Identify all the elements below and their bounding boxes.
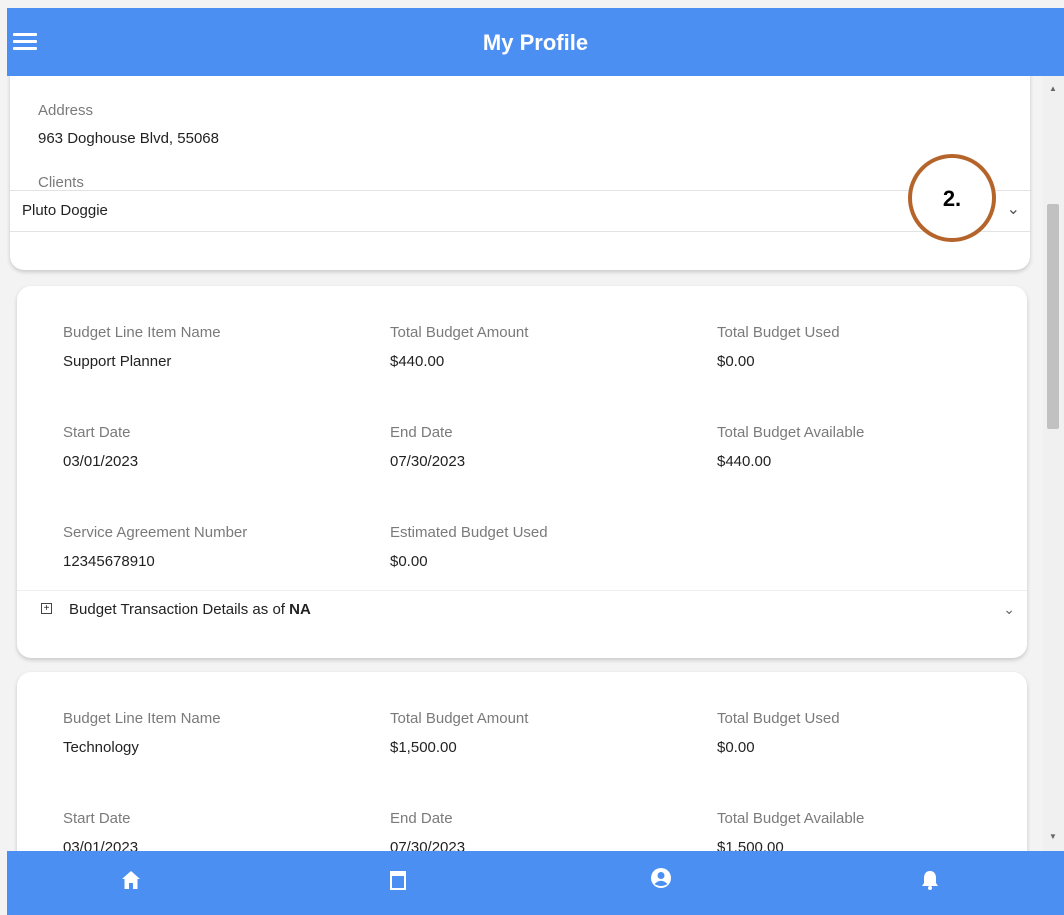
total-used-label: Total Budget Used — [717, 324, 840, 341]
total-amount-label: Total Budget Amount — [390, 324, 529, 341]
total-used-label: Total Budget Used — [717, 710, 840, 727]
account-icon[interactable] — [650, 867, 672, 889]
bottom-nav — [7, 851, 1064, 915]
start-date-label: Start Date — [63, 424, 131, 441]
total-amount-value: $1,500.00 — [390, 739, 457, 756]
line-item-value: Support Planner — [63, 353, 172, 370]
start-date-value: 03/01/2023 — [63, 839, 139, 851]
home-icon[interactable] — [121, 869, 141, 891]
end-date-value: 07/30/2023 — [390, 453, 466, 470]
page-title: My Profile — [482, 30, 589, 55]
transaction-details-date: NA — [289, 601, 311, 618]
line-item-label: Budget Line Item Name — [63, 324, 221, 341]
profile-card: Address 963 Doghouse Blvd, 55068 Clients… — [10, 76, 1032, 270]
total-used-value: $0.00 — [717, 353, 755, 370]
chevron-down-icon[interactable]: ⌄ — [1007, 199, 1020, 219]
bell-icon[interactable] — [920, 869, 940, 891]
end-date-label: End Date — [390, 810, 453, 827]
annotation-marker-label: 2. — [942, 186, 962, 211]
end-date-label: End Date — [390, 424, 453, 441]
available-label: Total Budget Available — [717, 810, 865, 827]
scroll-down-icon[interactable]: ▼ — [1049, 832, 1057, 841]
main-content: Address 963 Doghouse Blvd, 55068 Clients… — [7, 76, 1043, 851]
start-date-value: 03/01/2023 — [63, 453, 139, 470]
estimated-label: Estimated Budget Used — [390, 524, 548, 541]
client-select-value: Pluto Doggie — [22, 202, 108, 219]
transaction-details-label: Budget Transaction Details as of NA — [69, 601, 311, 618]
total-used-value: $0.00 — [717, 739, 755, 756]
total-amount-label: Total Budget Amount — [390, 710, 529, 727]
transaction-details-expander[interactable]: + Budget Transaction Details as of NA ⌄ — [17, 590, 1027, 631]
available-value: $1,500.00 — [717, 839, 784, 851]
scrollbar[interactable]: ▲ ▼ — [1043, 76, 1064, 851]
scrollbar-thumb[interactable] — [1047, 204, 1059, 429]
scroll-up-icon[interactable]: ▲ — [1049, 84, 1057, 93]
annotation-marker: 2. — [908, 154, 996, 242]
line-item-label: Budget Line Item Name — [63, 710, 221, 727]
top-app-bar: My Profile — [7, 8, 1064, 76]
line-item-value: Technology — [63, 739, 139, 756]
start-date-label: Start Date — [63, 810, 131, 827]
expand-box-icon: + — [41, 603, 52, 614]
transaction-details-text: Budget Transaction Details as of — [69, 601, 285, 618]
total-amount-value: $440.00 — [390, 353, 445, 370]
available-value: $440.00 — [717, 453, 772, 470]
client-select[interactable]: Pluto Doggie ⌄ — [10, 190, 1032, 232]
calendar-icon[interactable] — [390, 869, 406, 891]
address-value: 963 Doghouse Blvd, 55068 — [38, 130, 219, 147]
agreement-value: 12345678910 — [63, 553, 155, 570]
available-label: Total Budget Available — [717, 424, 865, 441]
estimated-value: $0.00 — [390, 553, 428, 570]
address-label: Address — [38, 102, 94, 119]
budget-card: Budget Line Item Name Support Planner To… — [17, 286, 1027, 658]
agreement-label: Service Agreement Number — [63, 524, 248, 541]
clients-label: Clients — [38, 174, 84, 191]
chevron-down-icon[interactable]: ⌄ — [1003, 601, 1015, 618]
budget-card: Budget Line Item Name Technology Total B… — [17, 672, 1027, 851]
end-date-value: 07/30/2023 — [390, 839, 466, 851]
